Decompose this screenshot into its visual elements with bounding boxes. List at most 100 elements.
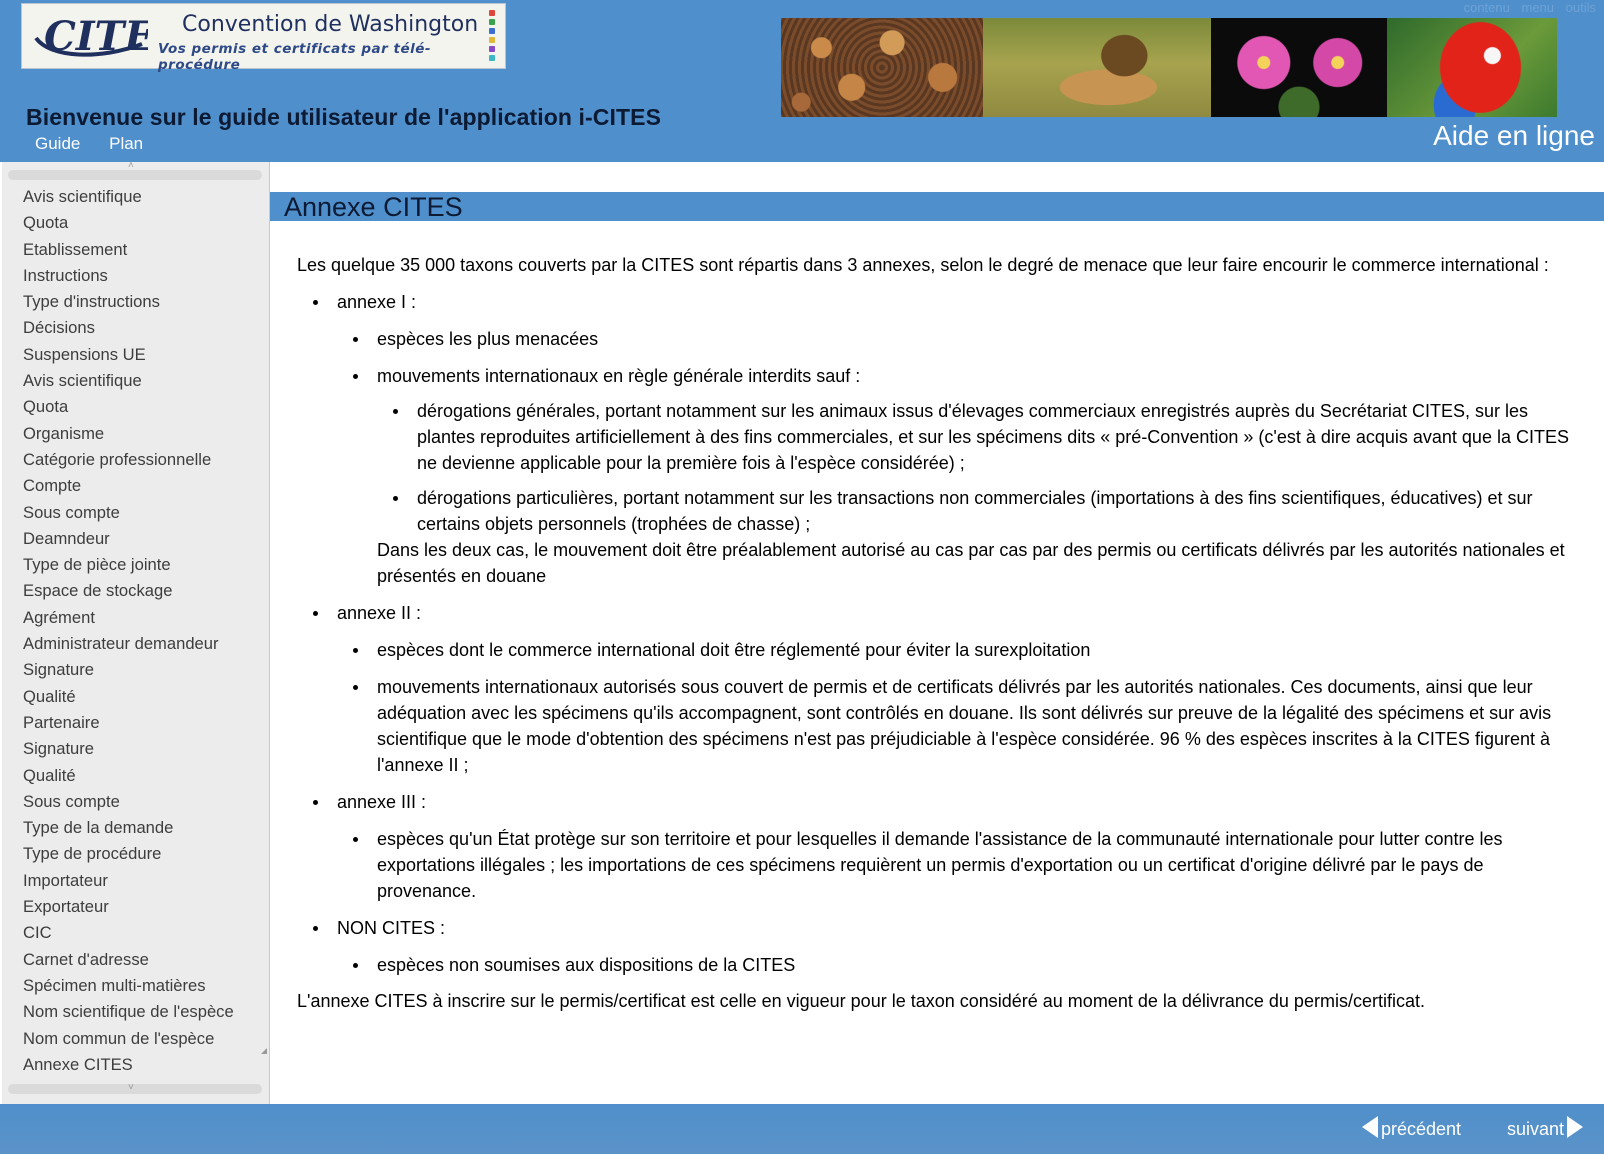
sidebar-item[interactable]: Deamndeur <box>23 526 263 552</box>
sidebar-item[interactable]: Agrément <box>23 605 263 631</box>
annex-item: NON CITES : espèces non soumises aux dis… <box>297 915 1573 978</box>
arrow-left-icon <box>1362 1116 1378 1138</box>
sidebar-item[interactable]: Type de pièce jointe <box>23 552 263 578</box>
sidebar-item[interactable]: Sous compte <box>23 500 263 526</box>
annex-sublist: espèces dont le commerce international d… <box>337 637 1573 778</box>
scroll-corner-icon <box>261 1048 267 1054</box>
nav-plan[interactable]: Plan <box>109 134 143 153</box>
sidebar-item[interactable]: Signature <box>23 736 263 762</box>
chevron-down-icon[interactable]: ˅ <box>128 1082 134 1093</box>
sidebar-item[interactable]: Exportateur <box>23 894 263 920</box>
content-title-bar: Annexe CITES <box>270 192 1604 222</box>
list-item: mouvements internationaux en règle génér… <box>337 363 1573 537</box>
sidebar-item[interactable]: Type de la demande <box>23 815 263 841</box>
main-content: Annexe CITES Les quelque 35 000 taxons c… <box>270 162 1604 1104</box>
list-item: espèces les plus menacées <box>337 326 1573 352</box>
next-label: suivant <box>1507 1119 1565 1139</box>
sidebar-item[interactable]: CIC <box>23 920 263 946</box>
sidebar-item[interactable]: Qualité <box>23 763 263 789</box>
chevron-up-icon[interactable]: ˄ <box>128 162 134 171</box>
lion-photo <box>983 18 1211 117</box>
arrow-right-icon <box>1567 1116 1584 1138</box>
annex-list: annexe I : espèces les plus menacées mou… <box>297 289 1573 978</box>
annex-sublist: espèces non soumises aux dispositions de… <box>337 952 1573 978</box>
banner <box>781 18 1557 117</box>
logo-dot <box>489 28 495 34</box>
sidebar-item[interactable]: Nom scientifique de l'espèce <box>23 999 263 1025</box>
help-title: Aide en ligne <box>1433 120 1595 151</box>
annex-item: annexe II : espèces dont le commerce int… <box>297 600 1573 778</box>
sidebar-item[interactable]: Quota <box>23 394 263 420</box>
content-title: Annexe CITES <box>284 192 463 222</box>
logo-dot <box>489 55 495 61</box>
derogation-list: dérogations générales, portant notamment… <box>377 398 1573 537</box>
sidebar-item[interactable]: Compte <box>23 473 263 499</box>
nav-guide[interactable]: Guide <box>35 134 80 153</box>
annex-sublist: espèces les plus menacées mouvements int… <box>337 326 1573 537</box>
sidebar-item[interactable]: Type d'instructions <box>23 289 263 315</box>
parrot-photo <box>1387 18 1557 117</box>
annex-label: annexe II : <box>337 603 422 623</box>
sidebar-item[interactable]: Décisions <box>23 315 263 341</box>
annex-label: NON CITES : <box>337 918 446 938</box>
list-item: espèces dont le commerce international d… <box>337 637 1573 663</box>
next-button[interactable]: suivant <box>1507 1116 1584 1140</box>
list-item: dérogations particulières, portant notam… <box>377 485 1573 537</box>
page-heading: Bienvenue sur le guide utilisateur de l'… <box>26 104 662 130</box>
sidebar-item[interactable]: Annexe CITES <box>23 1052 263 1078</box>
sidebar-scroll-up[interactable] <box>8 170 262 180</box>
logo-dot <box>489 46 495 52</box>
sidebar-item[interactable]: Spécimen multi-matières <box>23 973 263 999</box>
sidebar-item[interactable]: Nom commun de l'espèce <box>23 1026 263 1052</box>
cites-logo-mark: CITES <box>34 13 148 60</box>
sidebar-item[interactable]: Qualité <box>23 684 263 710</box>
sidebar-item[interactable]: Administrateur demandeur <box>23 631 263 657</box>
svg-text:CITES: CITES <box>44 13 148 60</box>
sidebar-item[interactable]: Suspensions UE <box>23 342 263 368</box>
sidebar-item[interactable]: Sous compte <box>23 789 263 815</box>
sidebar-item[interactable]: Organisme <box>23 421 263 447</box>
skip-link-outils[interactable]: outils <box>1566 0 1596 15</box>
sidebar: ˄ Avis scientifique Quota Etablissement Ins… <box>2 162 270 1104</box>
sidebar-item[interactable]: Type de procédure <box>23 841 263 867</box>
logo-dot <box>489 19 495 25</box>
main-nav: Guide Plan <box>35 134 167 154</box>
logo-dot <box>489 10 495 16</box>
cactus-flowers-photo <box>1211 18 1387 117</box>
annex-label: annexe III : <box>337 792 427 812</box>
sidebar-list: Avis scientifique Quota Etablissement Instr… <box>23 184 263 1084</box>
sidebar-item[interactable]: Etablissement <box>23 237 263 263</box>
footer: précédent suivant <box>0 1104 1604 1154</box>
annex-sublist: espèces qu'un État protège sur son terri… <box>337 826 1573 904</box>
logo-subtitle: Vos permis et certificats par télé-procé… <box>158 41 432 73</box>
sidebar-scroll-down[interactable] <box>8 1084 262 1094</box>
sidebar-item[interactable]: Carnet d'adresse <box>23 947 263 973</box>
conclusion-paragraph: L'annexe CITES à inscrire sur le permis/… <box>297 991 1425 1011</box>
skip-link-menu[interactable]: menu <box>1521 0 1554 15</box>
annex-note: Dans les deux cas, le mouvement doit êtr… <box>377 540 1565 586</box>
content-body: Les quelque 35 000 taxons couverts par l… <box>297 252 1573 1014</box>
logo-dots <box>489 10 497 64</box>
sidebar-item[interactable]: Quota <box>23 210 263 236</box>
cites-logo[interactable]: CITES Convention de Washington Vos permi… <box>21 3 506 73</box>
intro-paragraph: Les quelque 35 000 taxons couverts par l… <box>297 255 1549 275</box>
previous-label: précédent <box>1381 1119 1462 1139</box>
sidebar-item[interactable]: Avis scientifique <box>23 184 263 210</box>
sidebar-item[interactable]: Partenaire <box>23 710 263 736</box>
logo-dot <box>489 37 495 43</box>
skip-link-contenu[interactable]: contenu <box>1464 0 1510 15</box>
tortoises-photo <box>781 18 983 117</box>
list-item-text: mouvements internationaux en règle génér… <box>377 366 861 386</box>
annex-item: annexe I : espèces les plus menacées mou… <box>297 289 1573 589</box>
annex-item: annexe III : espèces qu'un État protège … <box>297 789 1573 904</box>
list-item: espèces non soumises aux dispositions de… <box>337 952 1573 978</box>
sidebar-item[interactable]: Importateur <box>23 868 263 894</box>
list-item: dérogations générales, portant notamment… <box>377 398 1573 476</box>
sidebar-item[interactable]: Signature <box>23 657 263 683</box>
previous-button[interactable]: précédent <box>1362 1116 1461 1140</box>
sidebar-item[interactable]: Catégorie professionnelle <box>23 447 263 473</box>
sidebar-item[interactable]: Instructions <box>23 263 263 289</box>
list-item: mouvements internationaux autorisés sous… <box>337 674 1573 778</box>
sidebar-item[interactable]: Avis scientifique <box>23 368 263 394</box>
sidebar-item[interactable]: Espace de stockage <box>23 578 263 604</box>
